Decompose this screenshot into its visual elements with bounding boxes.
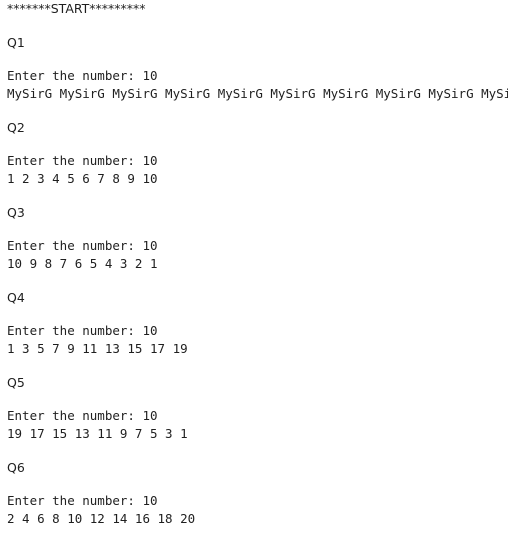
output-line-q5: 19 17 15 13 11 9 7 5 3 1: [7, 426, 188, 441]
output-line-q4: 1 3 5 7 9 11 13 15 17 19: [7, 341, 188, 356]
input-prompt-q3: Enter the number: 10: [7, 238, 158, 253]
input-prompt-q2: Enter the number: 10: [7, 153, 158, 168]
section-label-q5: Q5: [7, 375, 25, 390]
section-label-q2: Q2: [7, 120, 25, 135]
output-line-q3: 10 9 8 7 6 5 4 3 2 1: [7, 256, 158, 271]
output-line-q2: 1 2 3 4 5 6 7 8 9 10: [7, 171, 158, 186]
start-marker: *******START*********: [7, 1, 146, 16]
input-prompt-q1: Enter the number: 10: [7, 68, 158, 83]
input-prompt-q5: Enter the number: 10: [7, 408, 158, 423]
section-label-q1: Q1: [7, 35, 25, 50]
section-label-q3: Q3: [7, 205, 25, 220]
output-line-q6: 2 4 6 8 10 12 14 16 18 20: [7, 511, 196, 526]
console-output: *******START********* Q1 Enter the numbe…: [7, 0, 508, 534]
section-label-q4: Q4: [7, 290, 25, 305]
section-label-q6: Q6: [7, 460, 25, 475]
output-line-q1: MySirG MySirG MySirG MySirG MySirG MySir…: [7, 86, 508, 101]
input-prompt-q6: Enter the number: 10: [7, 493, 158, 508]
input-prompt-q4: Enter the number: 10: [7, 323, 158, 338]
